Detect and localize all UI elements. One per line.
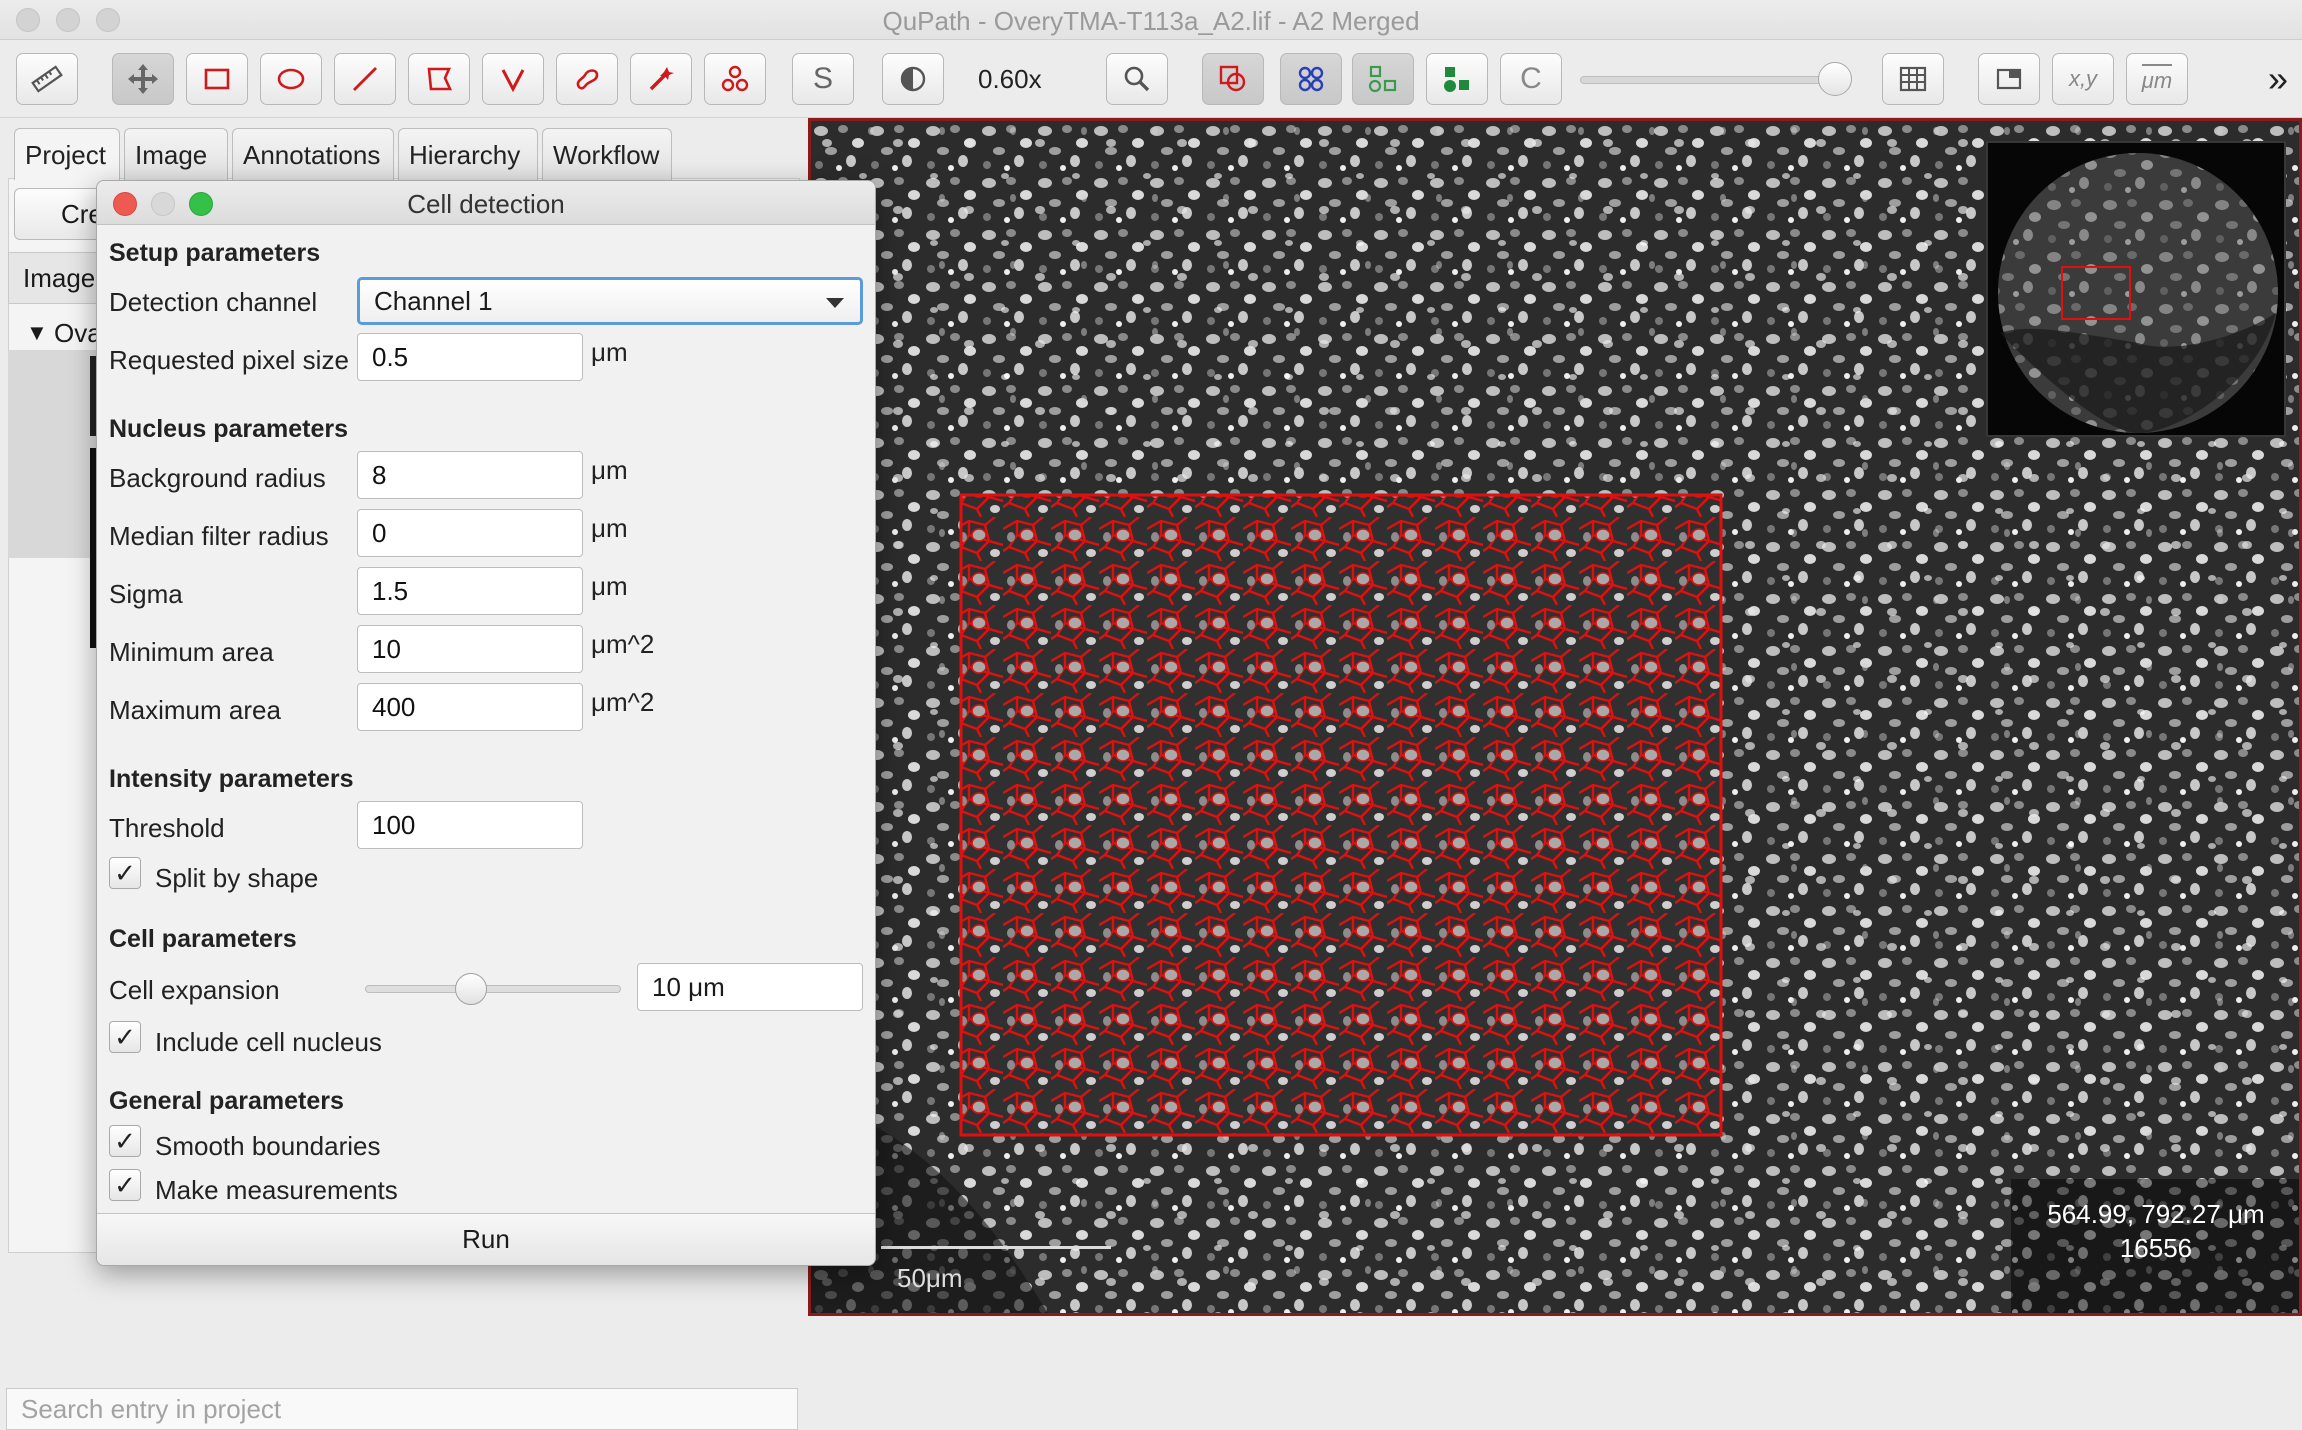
overview-toggle-icon[interactable] (1978, 53, 2040, 105)
cell-expansion-field[interactable]: 10 μm (637, 963, 863, 1011)
minimum-area-unit: μm^2 (591, 629, 655, 659)
cell-detection-dialog: Cell detection Setup parameters Detectio… (96, 180, 876, 1266)
background-radius-unit: μm (591, 455, 628, 485)
title-bar: QuPath - OveryTMA-T113a_A2.lif - A2 Merg… (0, 0, 2302, 40)
project-tree-item-label: Ova (54, 318, 102, 348)
detection-channel-label: Detection channel (109, 287, 318, 317)
toolbar-overflow-icon[interactable]: » (2268, 58, 2288, 100)
threshold-field[interactable]: 100 (357, 801, 583, 849)
nucleus-parameters-header: Nucleus parameters (109, 415, 349, 443)
show-tma-grid-icon[interactable] (1280, 53, 1342, 105)
location-label: x,y (2068, 66, 2098, 91)
line-icon[interactable] (334, 53, 396, 105)
wand-icon[interactable] (630, 53, 692, 105)
show-annotations-icon[interactable] (1202, 53, 1264, 105)
opacity-slider-track[interactable] (1580, 76, 1836, 84)
dialog-title-bar: Cell detection (97, 181, 875, 225)
maximum-area-label: Maximum area (109, 695, 281, 725)
scalebar-toggle-icon[interactable]: μm (2126, 53, 2188, 105)
overview-thumbnail[interactable] (1986, 141, 2286, 437)
cursor-location-box: 564.99, 792.27 μm 16556 (2011, 1179, 2299, 1313)
pixel-size-unit: μm (591, 337, 628, 367)
threshold-label: Threshold (109, 813, 225, 843)
minimum-area-label: Minimum area (109, 637, 274, 667)
general-parameters-header: General parameters (109, 1087, 344, 1115)
window-title: QuPath - OveryTMA-T113a_A2.lif - A2 Merg… (882, 6, 1420, 36)
run-button[interactable]: Run (97, 1213, 875, 1265)
split-by-shape-checkbox[interactable]: ✓ (109, 857, 141, 889)
measurement-table-icon[interactable] (1882, 53, 1944, 105)
make-measurements-checkbox[interactable]: ✓ (109, 1169, 141, 1201)
zoom-to-fit-icon[interactable] (1106, 53, 1168, 105)
median-filter-unit: μm (591, 513, 628, 543)
image-viewer[interactable]: 50μm 564.99, 792.27 μm 16556 (808, 118, 2302, 1316)
tab-project[interactable]: Project (14, 128, 120, 180)
polygon-icon[interactable] (408, 53, 470, 105)
disclosure-triangle-icon[interactable]: ▼ (26, 308, 48, 358)
tab-hierarchy[interactable]: Hierarchy (398, 128, 538, 180)
zoom-level-label: 0.60x (978, 64, 1042, 94)
brush-icon[interactable] (556, 53, 618, 105)
fill-detections-icon[interactable] (1426, 53, 1488, 105)
show-detections-icon[interactable] (1352, 53, 1414, 105)
location-toggle-icon[interactable]: x,y (2052, 53, 2114, 105)
detection-channel-value: Channel 1 (374, 286, 493, 316)
intensity-parameters-header: Intensity parameters (109, 765, 354, 793)
cell-parameters-header: Cell parameters (109, 925, 297, 953)
selection-mode-label: S (812, 62, 833, 95)
cursor-location: 564.99, 792.27 μm (2047, 1199, 2265, 1229)
cell-expansion-slider-thumb[interactable] (454, 973, 487, 1005)
tma-core-overview (1998, 153, 2278, 433)
split-by-shape-label: Split by shape (155, 863, 319, 893)
include-nucleus-label: Include cell nucleus (155, 1027, 382, 1057)
tab-image[interactable]: Image (124, 128, 228, 180)
polyline-icon[interactable] (482, 53, 544, 105)
sigma-label: Sigma (109, 579, 183, 609)
setup-parameters-header: Setup parameters (109, 239, 321, 267)
main-toolbar: S 0.60x C x,y μm » (0, 40, 2302, 118)
cursor-pixel-value: 16556 (2119, 1233, 2193, 1263)
cell-expansion-label: Cell expansion (109, 975, 280, 1005)
selection-mode-icon[interactable]: S (792, 53, 854, 105)
make-measurements-label: Make measurements (155, 1175, 398, 1205)
median-filter-field[interactable]: 0 (357, 509, 583, 557)
show-connections-icon[interactable]: C (1500, 53, 1562, 105)
median-filter-label: Median filter radius (109, 521, 329, 551)
scalebar-label: μm (2141, 64, 2173, 94)
pixel-size-field[interactable]: 0.5 (357, 333, 583, 381)
smooth-boundaries-label: Smooth boundaries (155, 1131, 381, 1161)
tab-annotations[interactable]: Annotations (232, 128, 394, 180)
scale-bar (881, 1246, 1111, 1249)
dialog-title: Cell detection (407, 189, 565, 219)
smooth-boundaries-checkbox[interactable]: ✓ (109, 1125, 141, 1157)
background-radius-field[interactable]: 8 (357, 451, 583, 499)
project-search-input[interactable]: Search entry in project (6, 1388, 798, 1430)
detection-channel-select[interactable]: Channel 1 (357, 277, 863, 325)
opacity-slider-thumb[interactable] (1818, 62, 1852, 96)
points-icon[interactable] (704, 53, 766, 105)
maximum-area-field[interactable]: 400 (357, 683, 583, 731)
rectangle-icon[interactable] (186, 53, 248, 105)
sigma-field[interactable]: 1.5 (357, 567, 583, 615)
minimum-area-field[interactable]: 10 (357, 625, 583, 673)
maximum-area-unit: μm^2 (591, 687, 655, 717)
measure-icon[interactable] (16, 53, 78, 105)
chevron-down-icon (826, 298, 844, 308)
background-radius-label: Background radius (109, 463, 326, 493)
include-nucleus-checkbox[interactable]: ✓ (109, 1021, 141, 1053)
ellipse-icon[interactable] (260, 53, 322, 105)
tab-workflow[interactable]: Workflow (542, 128, 672, 180)
move-icon[interactable] (112, 53, 174, 105)
sigma-unit: μm (591, 571, 628, 601)
pixel-size-label: Requested pixel size (109, 345, 349, 375)
detected-cells-region (961, 495, 1721, 1135)
connections-label: C (1520, 62, 1542, 95)
scale-bar-label: 50μm (897, 1263, 963, 1293)
cell-expansion-slider-track[interactable] (365, 985, 621, 993)
brightness-contrast-icon[interactable] (882, 53, 944, 105)
